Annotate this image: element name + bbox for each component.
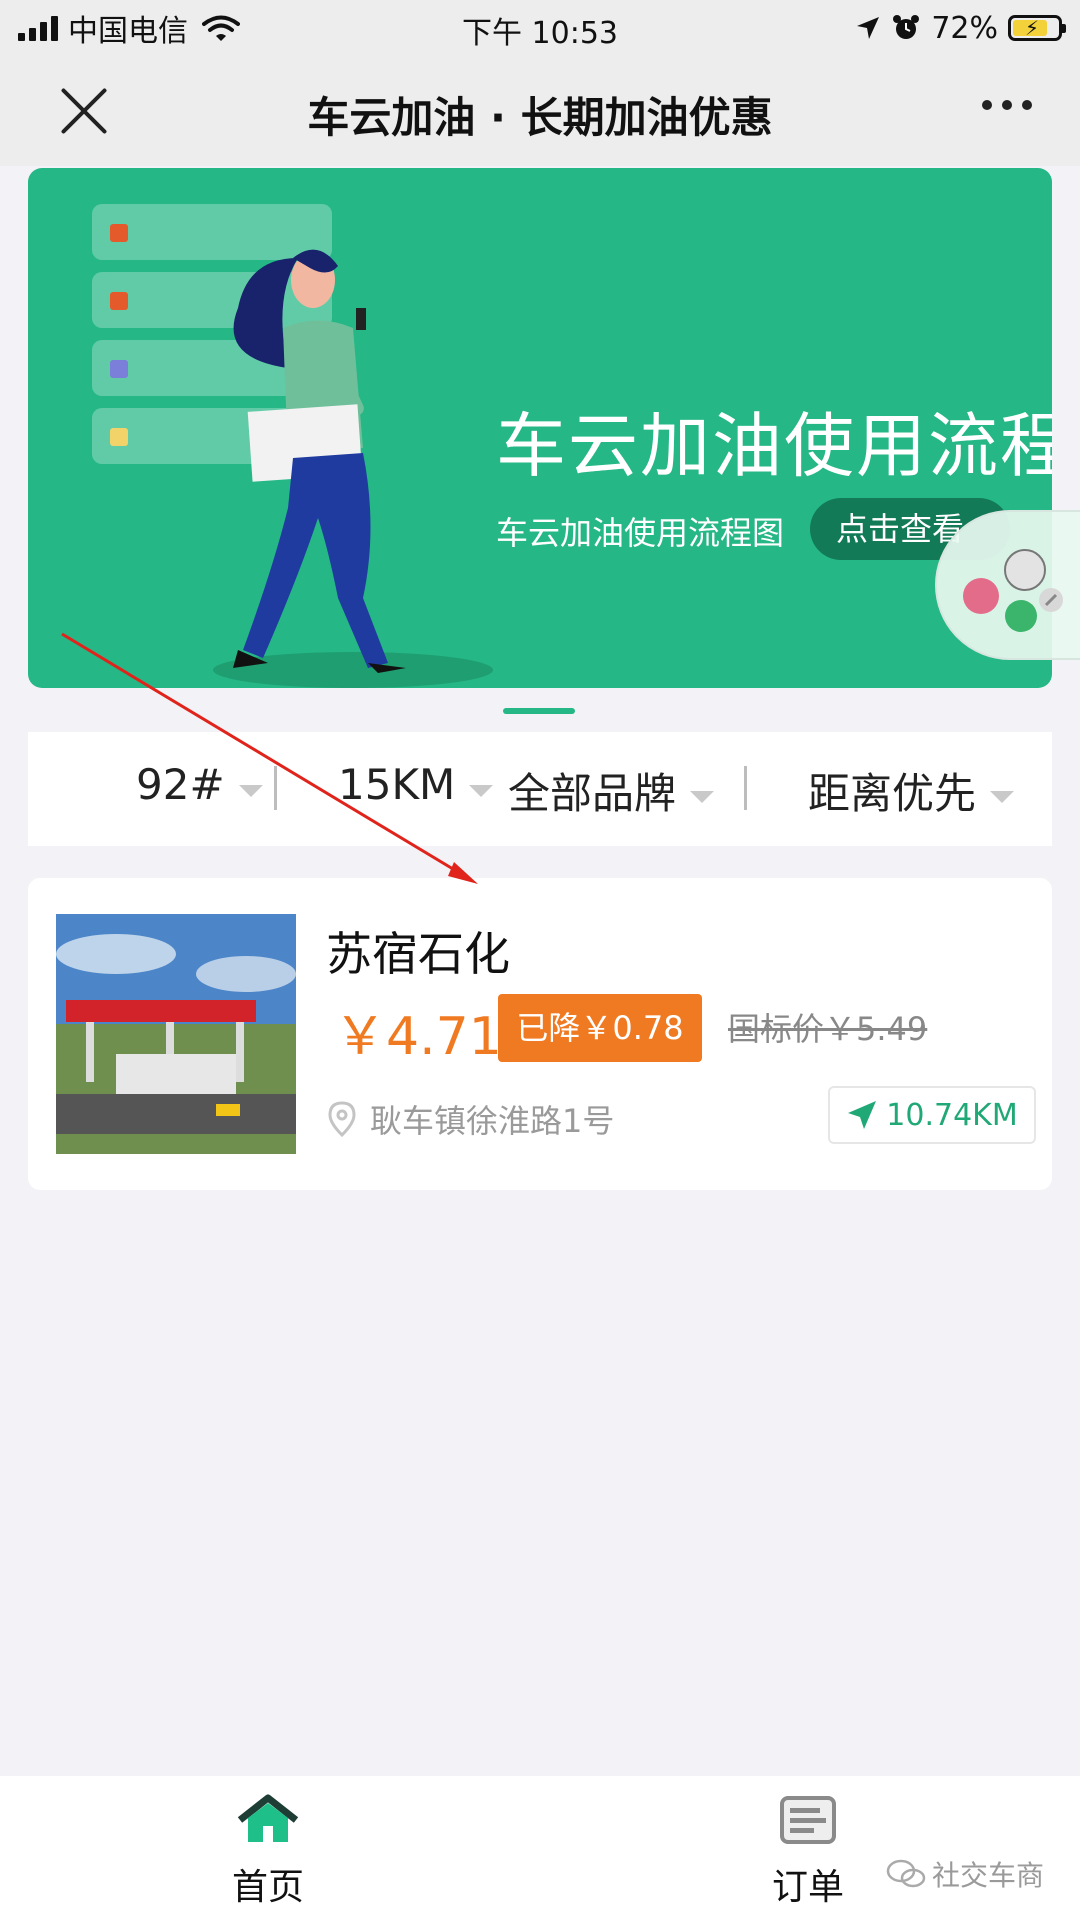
divider: [274, 766, 277, 810]
promo-banner[interactable]: 车云加油使用流程 车云加油使用流程图 点击查看: [28, 168, 1052, 688]
filter-label: 距离优先: [808, 769, 977, 818]
banner-subtitle: 车云加油使用流程图: [496, 514, 785, 552]
station-card[interactable]: 苏宿石化 ￥4.71 已降￥0.78 国标价￥5.49 耿车镇徐淮路1号 10.…: [28, 878, 1052, 1190]
battery-icon: ⚡: [1008, 15, 1066, 41]
title-bar: 车云加油 · 长期加油优惠: [0, 56, 1080, 166]
navigate-button[interactable]: 10.74KM: [828, 1086, 1036, 1144]
order-icon: [780, 1796, 836, 1844]
fuel-price: ￥4.71: [334, 1007, 502, 1067]
navigation-arrow-icon: [848, 1101, 877, 1129]
station-photo: [56, 914, 296, 1154]
filter-label: 全部品牌: [508, 769, 677, 818]
bottom-tab-bar: 首页 订单: [0, 1776, 1080, 1920]
tab-home[interactable]: 首页: [198, 1794, 338, 1910]
station-name: 苏宿石化: [326, 927, 510, 981]
alarm-icon: [893, 15, 920, 39]
tab-label: 首页: [231, 1867, 304, 1908]
chevron-down-icon: [238, 784, 263, 797]
national-price: 国标价￥5.49: [728, 1010, 928, 1048]
filter-fuel-type[interactable]: 92#: [136, 760, 263, 809]
chevron-down-icon: [690, 790, 715, 803]
chevron-down-icon: [469, 784, 494, 797]
distance-text: 10.74KM: [886, 1097, 1018, 1133]
carousel-indicator: [503, 708, 575, 714]
tab-label: 订单: [771, 1867, 844, 1908]
watermark: 社交车商: [886, 1854, 1044, 1894]
woman-illustration: [213, 249, 493, 688]
divider: [744, 766, 747, 810]
avatars-icon: [963, 549, 1063, 632]
filter-label: 15KM: [338, 760, 456, 809]
station-address: 耿车镇徐淮路1号: [328, 1096, 614, 1142]
status-right: 72% ⚡: [855, 8, 1066, 48]
status-bar: 中国电信 下午 10:53 72% ⚡: [0, 0, 1080, 56]
filter-brand[interactable]: 全部品牌: [508, 760, 715, 821]
filter-bar: 92# 15KM 全部品牌 距离优先: [28, 732, 1052, 846]
address-text: 耿车镇徐淮路1号: [370, 1102, 615, 1140]
filter-distance[interactable]: 15KM: [338, 760, 494, 809]
banner-title: 车云加油使用流程: [496, 405, 1052, 487]
filter-sort[interactable]: 距离优先: [808, 760, 1015, 821]
location-pin-icon: [328, 1101, 356, 1137]
battery-percent: 72%: [931, 10, 998, 46]
location-arrow-icon: [857, 17, 880, 39]
wechat-icon: [886, 1859, 926, 1888]
chevron-down-icon: [990, 790, 1015, 803]
more-menu-icon[interactable]: [982, 100, 1032, 110]
discount-badge: 已降￥0.78: [498, 994, 702, 1062]
floating-chat-badge[interactable]: [935, 510, 1080, 660]
page-title: 车云加油 · 长期加油优惠: [307, 93, 773, 142]
tab-orders[interactable]: 订单: [738, 1794, 878, 1910]
home-icon: [237, 1794, 299, 1842]
filter-label: 92#: [136, 760, 225, 809]
watermark-text: 社交车商: [932, 1859, 1045, 1892]
